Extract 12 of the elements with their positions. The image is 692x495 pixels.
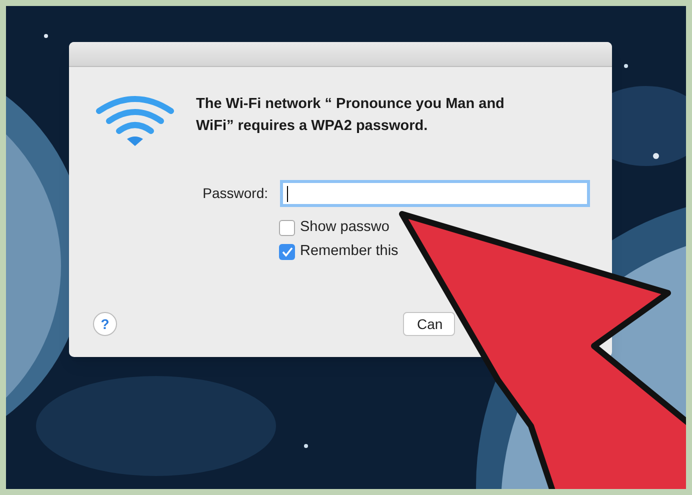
checkbox-label: Show passwo (300, 218, 390, 238)
checkmark-icon (282, 247, 292, 257)
password-label: Password: (202, 184, 268, 203)
checkbox[interactable] (279, 220, 295, 236)
text-cursor (287, 186, 288, 202)
message-text: The Wi-Fi network “ Pronounce you Man and WiFi” requires a WPA2 password. (196, 95, 506, 136)
cancel-button[interactable]: Can (403, 312, 455, 336)
checkbox[interactable] (279, 244, 295, 260)
checkbox-label: Remember this (300, 242, 398, 262)
password-field[interactable] (280, 180, 590, 207)
wifi-icon (96, 95, 174, 147)
help-button[interactable]: ? (93, 312, 117, 336)
